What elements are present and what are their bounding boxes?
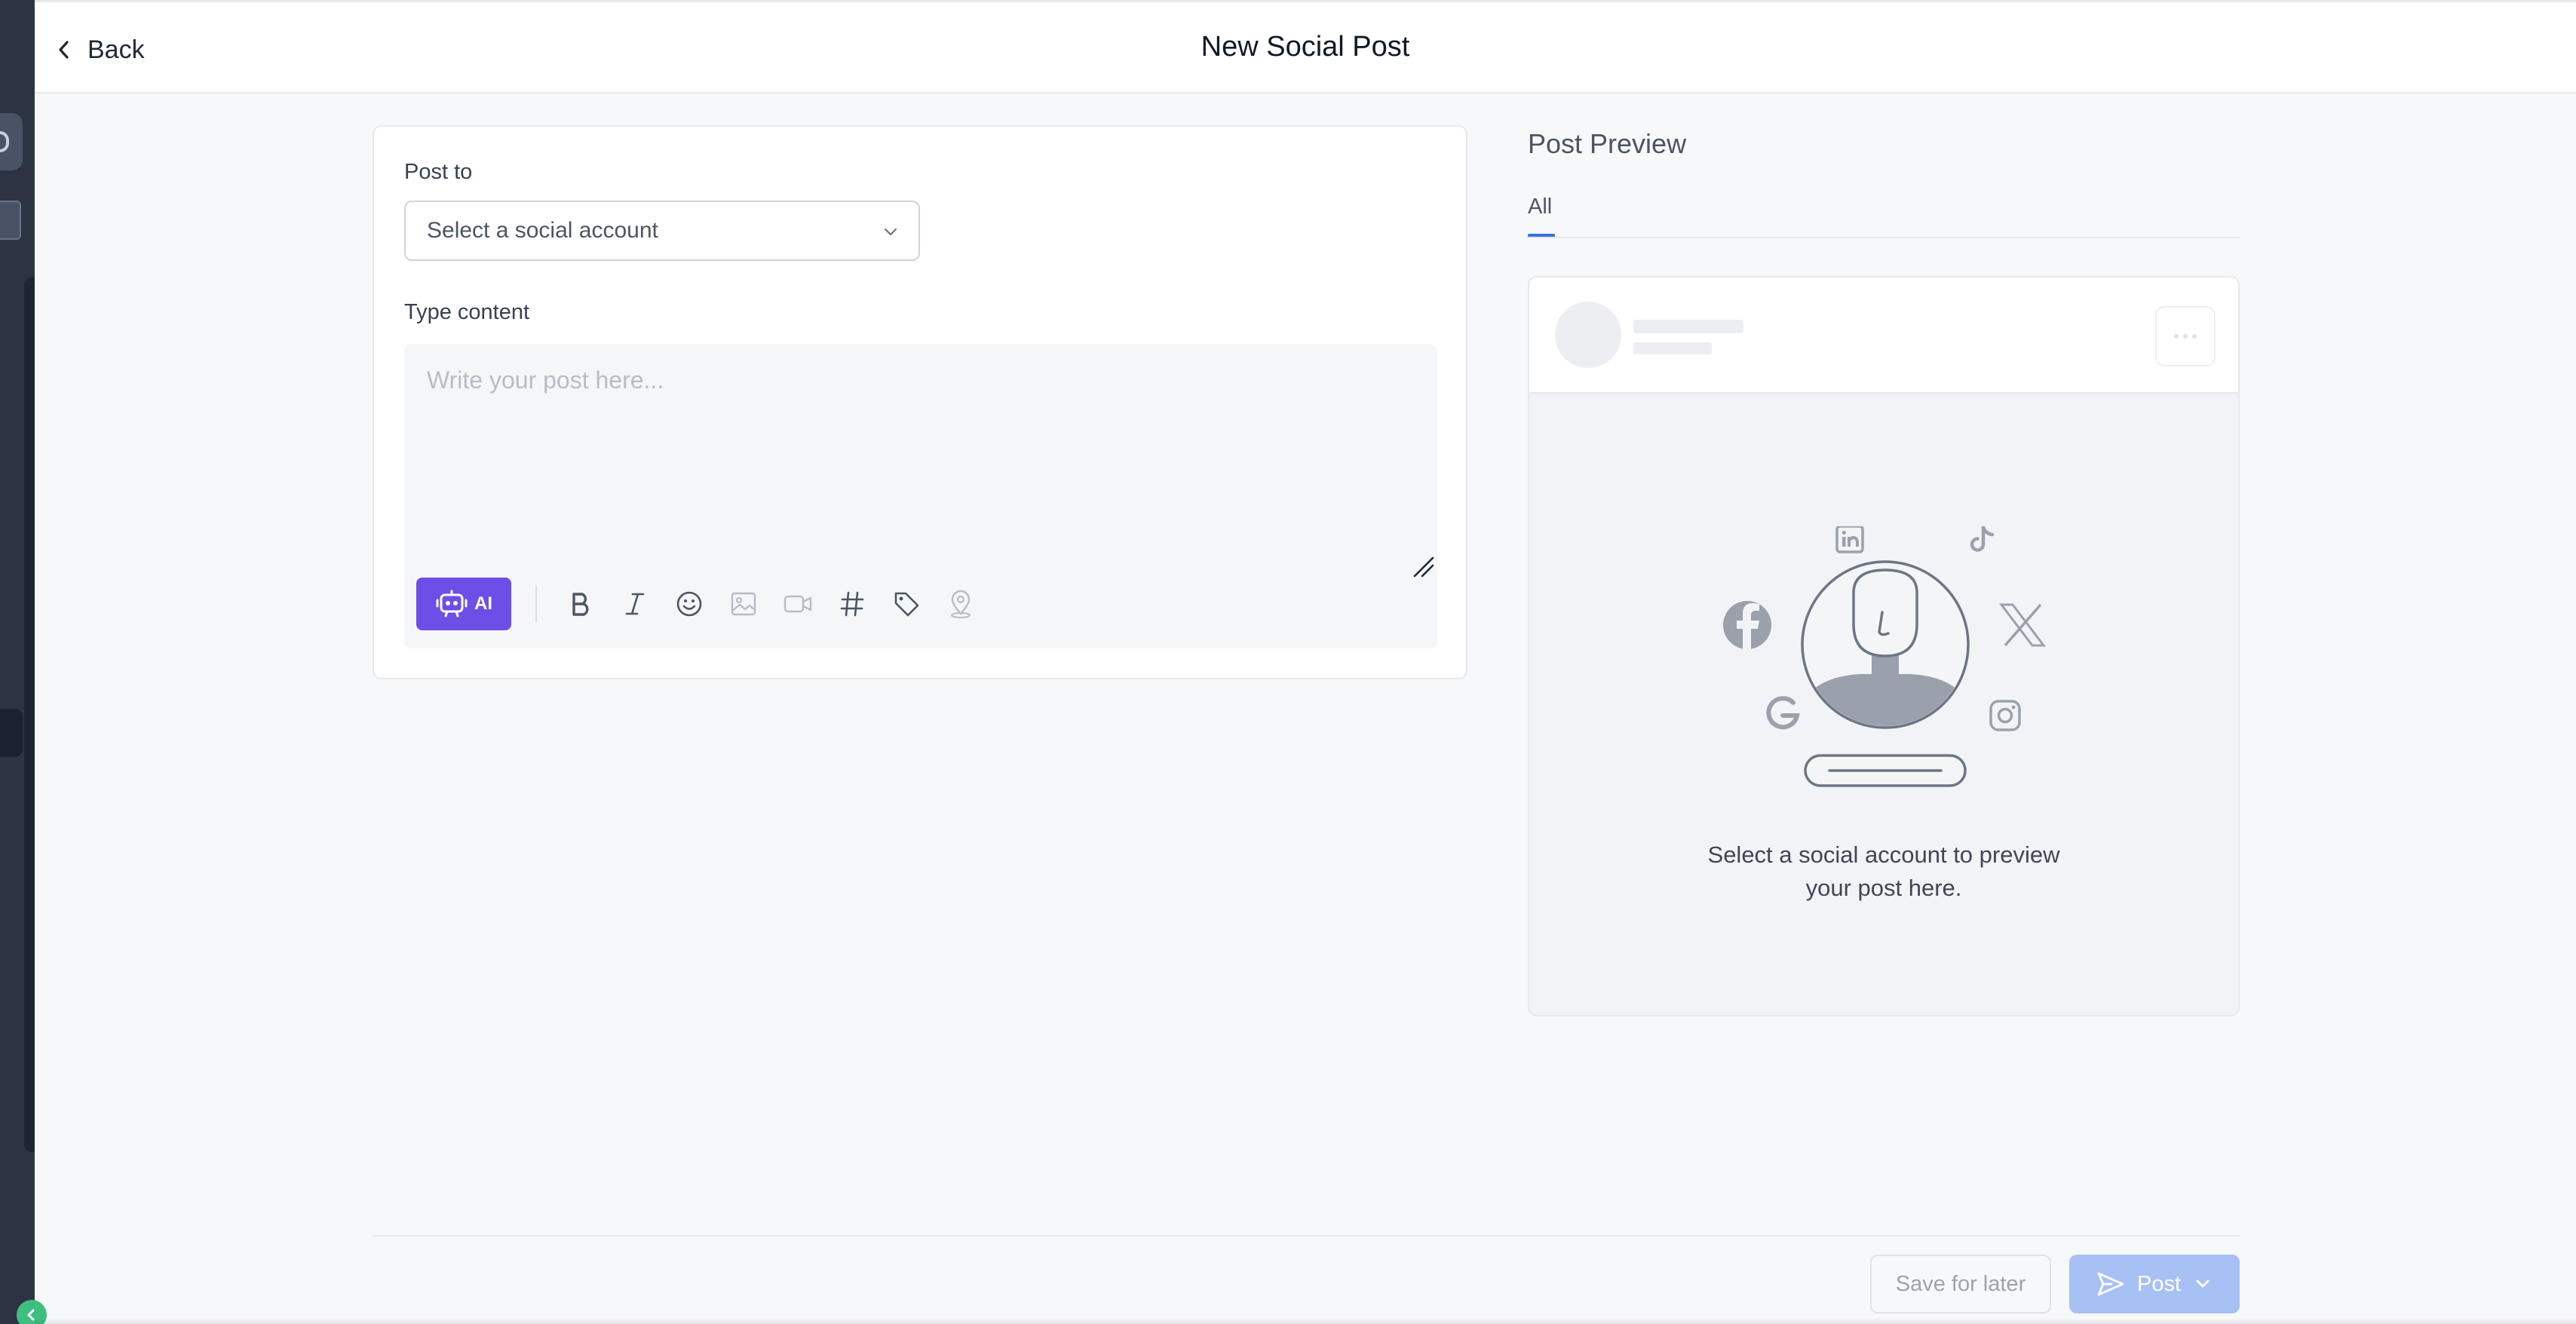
left-sidebar [0,0,35,1324]
image-button[interactable] [716,578,771,630]
location-button[interactable] [934,578,988,630]
emoji-button[interactable] [662,578,716,630]
location-icon [951,590,971,618]
sidebar-scroll-area [24,277,35,1152]
post-content-editor[interactable]: Write your post here... AI [404,344,1437,648]
page-title: New Social Post [1201,31,1410,63]
send-icon [2097,1272,2124,1296]
hashtag-icon [840,591,864,617]
bold-button[interactable] [554,578,608,630]
hashtag-button[interactable] [825,578,879,630]
more-options-button[interactable] [2155,306,2216,366]
bottom-edge-shadow [35,1318,2576,1324]
emoji-icon [676,591,702,617]
editor-toolbar: AI [416,578,988,630]
post-button-label: Post [2136,1271,2182,1296]
footer-divider [373,1235,2240,1237]
google-icon [1766,696,1800,730]
linkedin-icon [1835,526,1864,553]
preview-empty-message-text: Select a social account to preview your … [1707,841,2060,901]
tiktok-icon [1970,526,1995,552]
preview-tab-all[interactable]: All [1528,195,1552,219]
video-button[interactable] [771,578,825,630]
name-placeholder [1633,320,1743,333]
post-preview-title: Post Preview [1528,128,1687,159]
page-header: Back New Social Post [35,0,2576,93]
tabs-divider [1528,237,2240,238]
post-button[interactable]: Post [2069,1255,2240,1313]
meta-placeholder [1633,342,1712,354]
preview-card-header [1529,277,2238,394]
ai-button-label: AI [474,593,492,614]
video-icon [784,595,812,613]
social-accounts-illustration [1723,526,2047,787]
sidebar-item-selected[interactable] [0,709,23,757]
bold-icon [572,593,589,616]
type-content-label: Type content [404,300,530,324]
italic-button[interactable] [608,578,662,630]
ai-assist-button[interactable]: AI [416,578,511,630]
post-to-label: Post to [404,160,473,184]
chevron-down-icon[interactable] [2193,1274,2213,1294]
laptop-base-icon [1804,754,1967,787]
tag-icon [894,592,919,617]
social-account-select-placeholder: Select a social account [427,218,658,243]
preview-empty-message: Select a social account to preview your … [1529,838,2238,905]
resize-handle-icon[interactable] [1412,555,1436,579]
toolbar-divider [535,585,537,623]
avatar-placeholder [1555,302,1621,368]
user-avatar-icon [1801,560,1970,729]
sidebar-item[interactable] [0,201,21,240]
x-icon [1998,603,2047,647]
post-composer-card: Post to Select a social account Type con… [373,125,1467,679]
image-icon [731,592,756,616]
post-preview-card: Select a social account to preview your … [1528,276,2240,1016]
tag-button[interactable] [879,578,934,630]
facebook-icon [1723,601,1771,649]
sidebar-item[interactable] [0,113,23,170]
save-for-later-button[interactable]: Save for later [1870,1255,2051,1313]
more-horizontal-icon [2174,334,2197,339]
instagram-icon [1989,700,2021,731]
chevron-down-icon [884,228,897,236]
social-account-select[interactable]: Select a social account [404,201,920,261]
ai-robot-icon [436,590,468,618]
editor-placeholder: Write your post here... [427,366,664,394]
italic-icon [625,593,645,615]
